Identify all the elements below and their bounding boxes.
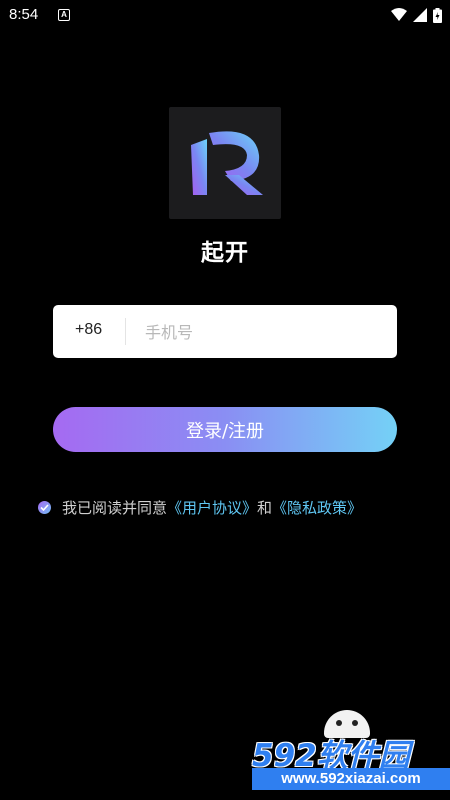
phone-number-input[interactable] (143, 315, 387, 350)
a-notification-icon: A (58, 9, 70, 21)
status-icons (391, 7, 442, 23)
status-time: 8:54 (9, 6, 39, 23)
signal-icon (413, 8, 427, 22)
agreement-checkbox[interactable] (38, 500, 51, 514)
user-agreement-link[interactable]: 《用户协议》 (167, 497, 257, 518)
battery-icon (433, 7, 442, 23)
status-bar: 8:54 A (0, 0, 450, 32)
country-code-selector[interactable]: +86 (75, 321, 102, 339)
phone-input-card: +86 (53, 305, 397, 358)
login-register-button[interactable]: 登录/注册 (53, 407, 397, 452)
wifi-icon (391, 8, 407, 22)
agreement-and: 和 (257, 498, 273, 517)
divider (125, 318, 126, 345)
watermark: 592软件园 www.592xiazai.com (252, 710, 450, 800)
r-logo-icon (191, 131, 263, 195)
login-register-label: 登录/注册 (185, 420, 265, 442)
privacy-policy-link[interactable]: 《隐私政策》 (272, 497, 362, 518)
app-name: 起开 (201, 240, 249, 266)
agreement-row: 我已阅读并同意 《用户协议》 和 《隐私政策》 (38, 496, 362, 518)
agreement-prefix: 我已阅读并同意 (62, 498, 168, 517)
watermark-url: www.592xiazai.com (252, 768, 450, 790)
app-logo (169, 107, 281, 219)
